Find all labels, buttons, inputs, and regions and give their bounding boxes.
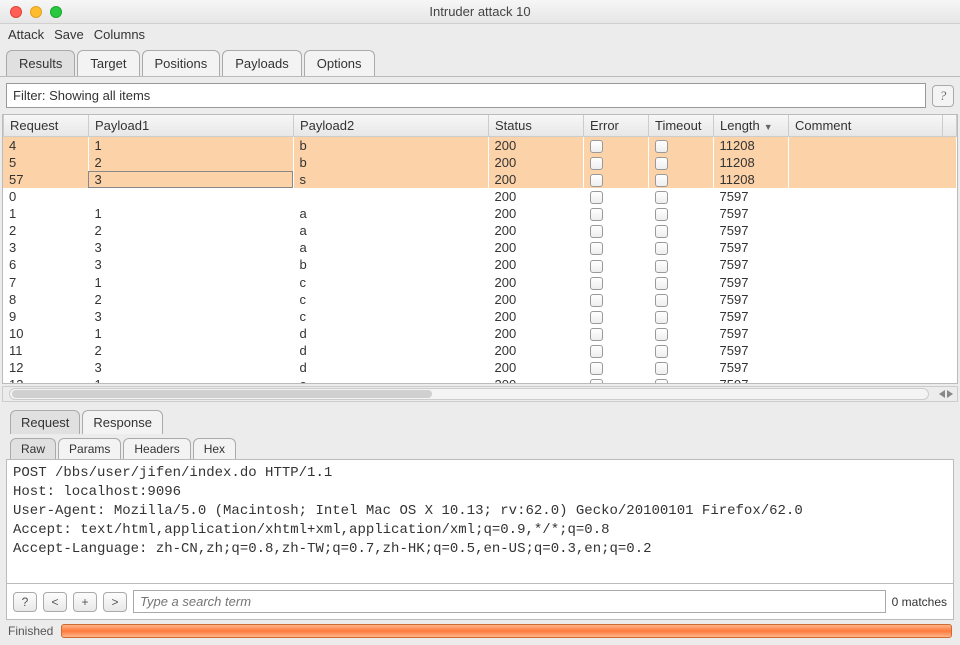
tab-results[interactable]: Results <box>6 50 75 76</box>
timeout-checkbox[interactable] <box>655 379 668 383</box>
window-title: Intruder attack 10 <box>0 4 960 19</box>
menu-bar: Attack Save Columns <box>0 24 960 44</box>
table-row[interactable]: 22a2007597 <box>3 222 957 239</box>
status-label: Finished <box>8 624 53 638</box>
error-checkbox[interactable] <box>590 208 603 221</box>
horizontal-scrollbar[interactable] <box>2 386 958 402</box>
table-row[interactable]: 02007597 <box>3 188 957 205</box>
timeout-checkbox[interactable] <box>655 277 668 290</box>
table-row[interactable]: 41b20011208 <box>3 137 957 154</box>
col-error[interactable]: Error <box>584 115 649 137</box>
timeout-checkbox[interactable] <box>655 345 668 358</box>
col-request[interactable]: Request <box>4 115 89 137</box>
timeout-checkbox[interactable] <box>655 208 668 221</box>
error-checkbox[interactable] <box>590 345 603 358</box>
error-checkbox[interactable] <box>590 225 603 238</box>
error-checkbox[interactable] <box>590 157 603 170</box>
tab-payloads[interactable]: Payloads <box>222 50 301 76</box>
status-bar: Finished <box>0 620 960 644</box>
tab-target[interactable]: Target <box>77 50 139 76</box>
timeout-checkbox[interactable] <box>655 328 668 341</box>
timeout-checkbox[interactable] <box>655 294 668 307</box>
table-row[interactable]: 82c2007597 <box>3 291 957 308</box>
error-checkbox[interactable] <box>590 260 603 273</box>
timeout-checkbox[interactable] <box>655 362 668 375</box>
menu-save[interactable]: Save <box>54 27 84 42</box>
tab-raw[interactable]: Raw <box>10 438 56 459</box>
table-body-scroll[interactable]: 41b2001120852b20011208573s20011208020075… <box>3 137 957 383</box>
search-help-button[interactable]: ? <box>13 592 37 612</box>
timeout-checkbox[interactable] <box>655 140 668 153</box>
col-timeout[interactable]: Timeout <box>649 115 714 137</box>
search-matches: 0 matches <box>892 595 947 609</box>
search-prev-button[interactable]: < <box>43 592 67 612</box>
error-checkbox[interactable] <box>590 379 603 383</box>
help-button[interactable]: ? <box>932 85 954 107</box>
error-checkbox[interactable] <box>590 294 603 307</box>
timeout-checkbox[interactable] <box>655 225 668 238</box>
search-next-button[interactable]: > <box>103 592 127 612</box>
filter-box[interactable]: Filter: Showing all items <box>6 83 926 108</box>
scrollbar-thumb[interactable] <box>12 390 432 398</box>
raw-request-view[interactable]: POST /bbs/user/jifen/index.do HTTP/1.1 H… <box>6 459 954 584</box>
timeout-checkbox[interactable] <box>655 174 668 187</box>
scroll-right-icon[interactable] <box>947 390 953 398</box>
error-checkbox[interactable] <box>590 242 603 255</box>
table-row[interactable]: 63b2007597 <box>3 256 957 273</box>
col-comment[interactable]: Comment <box>789 115 943 137</box>
error-checkbox[interactable] <box>590 277 603 290</box>
window-titlebar: Intruder attack 10 <box>0 0 960 24</box>
col-payload2[interactable]: Payload2 <box>294 115 489 137</box>
sort-desc-icon: ▼ <box>764 122 773 132</box>
progress-bar <box>61 624 952 638</box>
tab-params[interactable]: Params <box>58 438 121 459</box>
col-length[interactable]: Length▼ <box>714 115 789 137</box>
table-row[interactable]: 101d2007597 <box>3 325 957 342</box>
table-row[interactable]: 112d2007597 <box>3 342 957 359</box>
table-row[interactable]: 52b20011208 <box>3 154 957 171</box>
timeout-checkbox[interactable] <box>655 242 668 255</box>
error-checkbox[interactable] <box>590 328 603 341</box>
filter-row: Filter: Showing all items ? <box>0 77 960 114</box>
error-checkbox[interactable] <box>590 174 603 187</box>
table-row[interactable]: 573s20011208 <box>3 171 957 188</box>
tab-hex[interactable]: Hex <box>193 438 236 459</box>
tab-headers[interactable]: Headers <box>123 438 190 459</box>
scroll-left-icon[interactable] <box>939 390 945 398</box>
error-checkbox[interactable] <box>590 140 603 153</box>
error-checkbox[interactable] <box>590 311 603 324</box>
table-header[interactable]: Request Payload1 Payload2 Status Error T… <box>4 115 957 137</box>
timeout-checkbox[interactable] <box>655 191 668 204</box>
menu-attack[interactable]: Attack <box>8 27 44 42</box>
table-row[interactable]: 71c2007597 <box>3 274 957 291</box>
col-status[interactable]: Status <box>489 115 584 137</box>
detail-tabs: Request Response <box>0 404 960 434</box>
search-input[interactable] <box>133 590 886 613</box>
table-row[interactable]: 123d2007597 <box>3 359 957 376</box>
results-table: Request Payload1 Payload2 Status Error T… <box>2 114 958 384</box>
table-row[interactable]: 11a2007597 <box>3 205 957 222</box>
main-tabs: Results Target Positions Payloads Option… <box>0 44 960 77</box>
tab-response[interactable]: Response <box>82 410 163 434</box>
menu-columns[interactable]: Columns <box>94 27 145 42</box>
tab-positions[interactable]: Positions <box>142 50 221 76</box>
tab-options[interactable]: Options <box>304 50 375 76</box>
view-tabs: Raw Params Headers Hex <box>0 434 960 459</box>
col-payload1[interactable]: Payload1 <box>89 115 294 137</box>
search-row: ? < + > 0 matches <box>6 584 954 620</box>
timeout-checkbox[interactable] <box>655 260 668 273</box>
timeout-checkbox[interactable] <box>655 157 668 170</box>
error-checkbox[interactable] <box>590 191 603 204</box>
tab-request[interactable]: Request <box>10 410 80 434</box>
table-row[interactable]: 131e2007597 <box>3 376 957 383</box>
table-row[interactable]: 93c2007597 <box>3 308 957 325</box>
error-checkbox[interactable] <box>590 362 603 375</box>
search-add-button[interactable]: + <box>73 592 97 612</box>
timeout-checkbox[interactable] <box>655 311 668 324</box>
table-row[interactable]: 33a2007597 <box>3 239 957 256</box>
